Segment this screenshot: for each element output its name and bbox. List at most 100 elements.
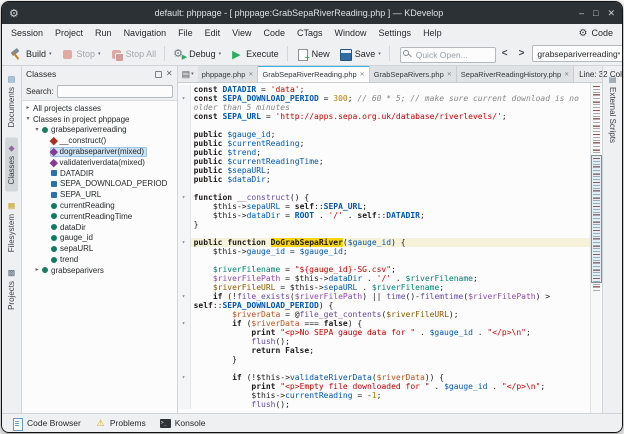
code-line[interactable]: ▾function __construct() { <box>178 193 590 202</box>
tree-item-currentreading[interactable]: currentReading <box>22 200 177 211</box>
new-button[interactable]: New <box>292 46 334 62</box>
code-line[interactable]: public $gauge_id; <box>178 130 590 139</box>
fold-marker-icon[interactable]: ▾ <box>178 193 191 202</box>
menu-edit[interactable]: Edit <box>199 26 227 40</box>
code-area[interactable]: const DATADIR = 'data';▾const SEPA_DOWNL… <box>178 83 590 413</box>
dock-tab-filesystem[interactable]: Filesystem▦ <box>5 195 18 259</box>
code-line[interactable]: ▾ if (!file_exists($riverFilePath) || ti… <box>178 292 590 301</box>
close-icon[interactable]: ✕ <box>607 9 615 18</box>
code-line[interactable]: $this->currentReading = -1; <box>178 391 590 400</box>
fold-marker-icon[interactable]: ▾ <box>178 319 191 328</box>
tree-item-currentreadingtime[interactable]: currentReadingTime <box>22 211 177 222</box>
konsole-toggle[interactable]: Konsole <box>155 417 211 430</box>
dock-tab-projects[interactable]: Projects▩ <box>5 262 18 317</box>
code-line[interactable] <box>178 256 590 265</box>
code-line[interactable]: const DATADIR = 'data'; <box>178 85 590 94</box>
tree-item-dograbsepariver-mixed[interactable]: dograbsepariver(mixed) <box>22 146 177 157</box>
menu-help[interactable]: Help <box>417 26 448 40</box>
code-line[interactable]: public $trend; <box>178 148 590 157</box>
code-menu-button[interactable]: ⚙ Code <box>573 27 619 40</box>
quick-open-input[interactable] <box>400 47 496 63</box>
float-panel-icon[interactable] <box>155 71 162 78</box>
tab-separiverreadinghistory-php[interactable]: SepaRiverReadingHistory.php✕ <box>457 66 574 82</box>
debug-button[interactable]: ⚙▶Debug▾ <box>169 46 225 62</box>
code-line[interactable]: $riverFileURL = $this->sepaURL . $riverF… <box>178 283 590 292</box>
menu-code[interactable]: Code <box>257 26 291 40</box>
expanded-expander-icon[interactable]: ▾ <box>33 127 41 133</box>
code-line[interactable]: return False; <box>178 346 590 355</box>
tree-item-gauge-id[interactable]: gauge_id <box>22 233 177 244</box>
menu-view[interactable]: View <box>226 26 257 40</box>
code-line[interactable] <box>178 229 590 238</box>
code-line[interactable]: print "<p>Empty file downloaded for " . … <box>178 382 590 391</box>
classes-search-input[interactable] <box>57 85 173 98</box>
code-line[interactable]: $this->dataDir = ROOT . '/' . self::DATA… <box>178 211 590 220</box>
code-line[interactable]: flush(); <box>178 400 590 409</box>
code-line[interactable] <box>178 184 590 193</box>
forward-button[interactable]: > <box>514 47 530 60</box>
code-line[interactable]: const SEPA_URL = 'http://apps.sepa.org.u… <box>178 112 590 121</box>
tab-phppage-php[interactable]: phppage.php✕ <box>198 66 259 82</box>
code-line[interactable]: $riverData = @file_get_contents($riverFi… <box>178 310 590 319</box>
code-line[interactable]: older than 5 minutes <box>178 103 590 112</box>
close-panel-icon[interactable]: ✕ <box>166 70 173 78</box>
code-line[interactable]: $riverFilePath = $this->dataDir . '/' . … <box>178 274 590 283</box>
close-tab-icon[interactable]: ✕ <box>447 71 452 78</box>
code-line[interactable]: $this->gauge_id = $gauge_id; <box>178 247 590 256</box>
code-line[interactable]: public $currentReadingTime; <box>178 157 590 166</box>
maximize-icon[interactable]: □ <box>593 9 598 18</box>
menu-settings[interactable]: Settings <box>373 26 418 40</box>
tree-item-construct[interactable]: __construct() <box>22 135 177 146</box>
code-line[interactable]: public $dataDir; <box>178 175 590 184</box>
code-line[interactable] <box>178 364 590 373</box>
tree-item-all-projects-classes[interactable]: ▸All projects classes <box>22 103 177 114</box>
code-line[interactable]: self::SEPA_DOWNLOAD_PERIOD) { <box>178 301 590 310</box>
stop-button[interactable]: Stop▾ <box>57 46 105 62</box>
code-line[interactable]: ▾const SEPA_DOWNLOAD_PERIOD = 300; // 60… <box>178 94 590 103</box>
close-tab-icon[interactable]: ✕ <box>360 71 365 78</box>
tab-grabseparivers-php[interactable]: GrabSepaRivers.php✕ <box>370 66 457 82</box>
code-line[interactable] <box>178 121 590 130</box>
tree-item-sepaurl[interactable]: sepaURL <box>22 243 177 254</box>
document-list-button[interactable]: ▤ ▾ <box>178 66 198 82</box>
menu-project[interactable]: Project <box>49 26 89 40</box>
collapsed-expander-icon[interactable]: ▸ <box>33 267 41 273</box>
code-line[interactable]: } <box>178 220 590 229</box>
stop-all-button[interactable]: Stop All <box>106 46 161 62</box>
menu-window[interactable]: Window <box>329 26 373 40</box>
tree-item-sepa-url[interactable]: SEPA_URL <box>22 189 177 200</box>
code-line[interactable]: ▾ if (!$this->validateRiverData($riverDa… <box>178 373 590 382</box>
close-tab-icon[interactable]: ✕ <box>564 71 569 78</box>
menu-file[interactable]: File <box>172 26 199 40</box>
code-line[interactable]: ▾ if ($riverData === false) { <box>178 319 590 328</box>
fold-marker-icon[interactable]: ▾ <box>178 373 191 382</box>
tree-item-trend[interactable]: trend <box>22 254 177 265</box>
context-combobox[interactable]: grabsepariverreading ▾ <box>532 45 623 62</box>
build-button[interactable]: Build▾ <box>6 46 56 62</box>
tab-grabsepariverreading-php[interactable]: GrabSepaRiverReading.php✕ <box>258 66 369 82</box>
fold-marker-icon[interactable]: ▾ <box>178 292 191 301</box>
code-line[interactable]: print "<p>No SEPA gauge data for " . $ga… <box>178 328 590 337</box>
expanded-expander-icon[interactable]: ▾ <box>24 116 32 122</box>
menu-session[interactable]: Session <box>5 26 49 40</box>
tree-item-datadir[interactable]: dataDir <box>22 222 177 233</box>
collapsed-expander-icon[interactable]: ▸ <box>24 105 32 111</box>
code-line[interactable]: public $currentReading; <box>178 139 590 148</box>
tree-item-classes-in-project-phppage[interactable]: ▾Classes in project phppage <box>22 114 177 125</box>
tree-item-sepa-download-period[interactable]: SEPA_DOWNLOAD_PERIOD <box>22 179 177 190</box>
fold-marker-icon[interactable]: ▾ <box>178 238 191 247</box>
code-line[interactable]: public $sepaURL; <box>178 166 590 175</box>
tree-item-grabsepariverreading[interactable]: ▾grabsepariverreading <box>22 125 177 136</box>
code-line[interactable]: flush(); <box>178 337 590 346</box>
execute-button[interactable]: ▶Execute <box>226 46 283 62</box>
save-button[interactable]: Save▾ <box>335 46 385 62</box>
code-line[interactable]: ▾public function DoGrabSepaRiver($gauge_… <box>178 238 590 247</box>
tree-item-grabseparivers[interactable]: ▸grabseparivers <box>22 265 177 276</box>
dock-tab-documents[interactable]: Documents▤ <box>5 68 18 134</box>
code-browser-toggle[interactable]: Code Browser <box>7 417 86 430</box>
titlebar[interactable]: ⚙ default: phppage - [ phppage:GrabSepaR… <box>2 2 622 24</box>
tree-item-datadir[interactable]: DATADIR <box>22 168 177 179</box>
code-line[interactable]: } <box>178 355 590 364</box>
dock-tab-classes[interactable]: Classes◆ <box>5 137 18 191</box>
menu-run[interactable]: Run <box>89 26 118 40</box>
